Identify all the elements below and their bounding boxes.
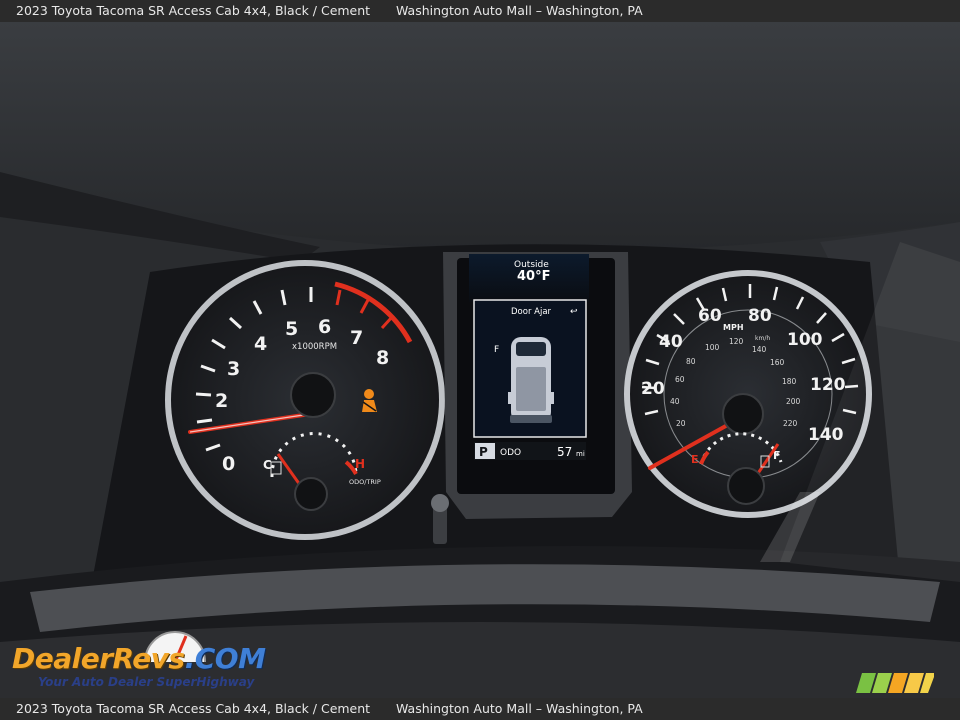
caption-title: 2023 Toyota Tacoma SR Access Cab 4x4, Bl… bbox=[16, 3, 371, 18]
kmh-tick-140: 140 bbox=[752, 345, 767, 354]
tach-tick-6: 6 bbox=[318, 316, 331, 338]
speed-needle-hub bbox=[722, 393, 764, 435]
speed-tick-80: 80 bbox=[748, 306, 772, 326]
kmh-tick-180: 180 bbox=[782, 377, 797, 386]
tach-tick-5: 5 bbox=[285, 318, 298, 340]
mph-label: MPH bbox=[723, 323, 744, 332]
tachometer: 0 2 3 4 5 6 7 8 x1000RPM C H ODO/TRIP bbox=[165, 260, 445, 540]
caption-dealer: Washington Auto Mall – Washington, PA bbox=[396, 3, 643, 18]
watermark-tagline: Your Auto Dealer SuperHighway bbox=[38, 675, 255, 689]
kmh-tick-60: 60 bbox=[675, 375, 685, 384]
caption-bar-bottom: 2023 Toyota Tacoma SR Access Cab 4x4, Bl… bbox=[0, 698, 960, 720]
kmh-tick-200: 200 bbox=[786, 397, 801, 406]
gear-label: P bbox=[479, 445, 488, 459]
kmh-tick-100: 100 bbox=[705, 343, 720, 352]
tach-tick-8: 8 bbox=[376, 347, 389, 369]
caption-title-bottom: 2023 Toyota Tacoma SR Access Cab 4x4, Bl… bbox=[16, 701, 371, 716]
dashboard-photo: 0 2 3 4 5 6 7 8 x1000RPM C H ODO/TRIP Ou… bbox=[0, 22, 960, 698]
caption-bar-top: 2023 Toyota Tacoma SR Access Cab 4x4, Bl… bbox=[0, 0, 960, 22]
tach-tick-2: 2 bbox=[215, 390, 228, 412]
tach-tick-3: 3 bbox=[227, 358, 240, 380]
kmh-tick-20: 20 bbox=[676, 419, 686, 428]
tach-tick-7: 7 bbox=[350, 327, 363, 349]
dealerrevs-watermark: DealerRevs.COM Your Auto Dealer SuperHig… bbox=[12, 624, 266, 696]
outside-temp: 40°F bbox=[517, 269, 550, 284]
tach-tick-4: 4 bbox=[254, 333, 267, 355]
kmh-tick-120: 120 bbox=[729, 337, 744, 346]
speed-tick-60: 60 bbox=[698, 306, 722, 326]
odo-trip-label: ODO/TRIP bbox=[349, 478, 381, 486]
svg-text:F: F bbox=[494, 345, 499, 355]
door-ajar-alert: Door Ajar bbox=[511, 307, 552, 317]
kmh-tick-160: 160 bbox=[770, 358, 785, 367]
odometer-unit: mi bbox=[576, 450, 585, 458]
fuel-empty-label: E bbox=[691, 453, 699, 466]
kmh-tick-220: 220 bbox=[783, 419, 798, 428]
odometer-value: 57 bbox=[557, 445, 572, 459]
temp-hot-label: H bbox=[355, 457, 365, 471]
speed-tick-20: 20 bbox=[641, 379, 665, 399]
truck-topview-icon bbox=[508, 337, 554, 423]
multi-info-display: Outside 40°F Door Ajar ↩ F P ODO 57 mi bbox=[443, 252, 632, 519]
tach-tick-0: 0 bbox=[222, 453, 235, 475]
kmh-tick-40: 40 bbox=[670, 397, 680, 406]
speed-tick-120: 120 bbox=[810, 375, 846, 395]
return-icon: ↩ bbox=[570, 307, 578, 317]
kmh-tick-80: 80 bbox=[686, 357, 696, 366]
speed-tick-100: 100 bbox=[787, 330, 823, 350]
speed-tick-40: 40 bbox=[659, 332, 683, 352]
odo-label: ODO bbox=[500, 448, 521, 458]
watermark-brand: DealerRevs.COM bbox=[12, 642, 266, 675]
tach-unit-label: x1000RPM bbox=[292, 342, 337, 352]
tach-needle-hub bbox=[290, 372, 336, 418]
kmh-label: km/h bbox=[755, 335, 770, 342]
caption-dealer-bottom: Washington Auto Mall – Washington, PA bbox=[396, 701, 643, 716]
dealer-stripes-logo bbox=[856, 673, 934, 693]
